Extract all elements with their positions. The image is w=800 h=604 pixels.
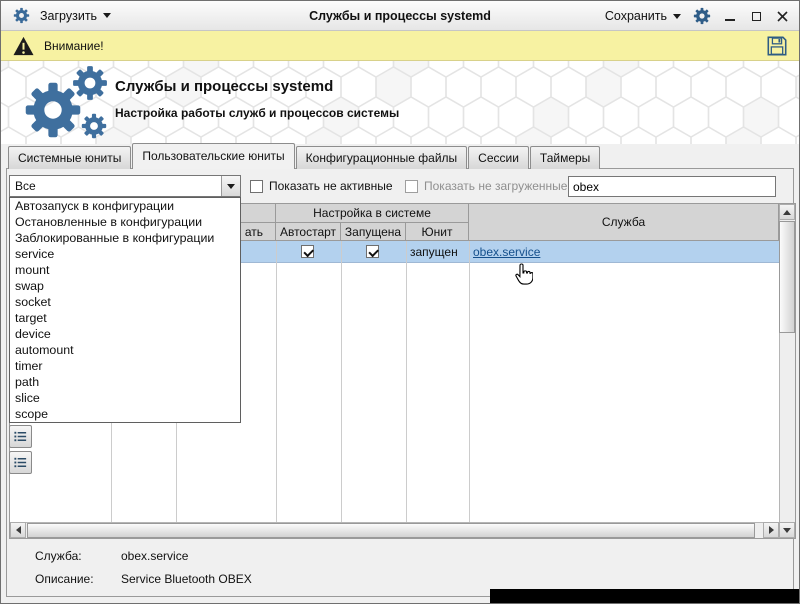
close-button[interactable] bbox=[775, 8, 789, 24]
checkbox-box bbox=[250, 179, 263, 193]
list-icon bbox=[14, 431, 27, 442]
maximize-button[interactable] bbox=[749, 8, 763, 24]
app-gear-icon bbox=[13, 7, 30, 24]
arrow-down-icon bbox=[783, 527, 791, 533]
dropdown-item[interactable]: Остановленные в конфигурации bbox=[10, 214, 240, 230]
tab-system-units[interactable]: Системные юниты bbox=[8, 146, 132, 169]
hero-banner: Службы и процессы systemd Настройка рабо… bbox=[1, 61, 799, 144]
column-group-header[interactable]: Настройка в системе bbox=[276, 204, 469, 223]
vertical-scroll-thumb[interactable] bbox=[779, 221, 795, 333]
warning-icon bbox=[12, 36, 35, 56]
column-header-unit[interactable]: Юнит bbox=[406, 223, 469, 241]
dropdown-item[interactable]: path bbox=[10, 374, 240, 390]
titlebar: Загрузить Службы и процессы systemd Сохр… bbox=[1, 1, 799, 31]
scroll-up-button[interactable] bbox=[779, 204, 795, 220]
floppy-icon bbox=[767, 36, 787, 55]
grid-line bbox=[406, 241, 407, 522]
warning-bar: Внимание! bbox=[1, 31, 799, 61]
tab-bar: Системные юниты Пользовательские юниты К… bbox=[8, 143, 601, 169]
dropdown-item[interactable]: swap bbox=[10, 278, 240, 294]
page-title: Службы и процессы systemd bbox=[115, 78, 334, 95]
column-header-service[interactable]: Служба bbox=[469, 204, 779, 241]
dropdown-item[interactable]: Автозапуск в конфигурации bbox=[10, 198, 240, 214]
dropdown-item[interactable]: automount bbox=[10, 342, 240, 358]
scroll-down-button[interactable] bbox=[779, 522, 795, 538]
minimize-button[interactable] bbox=[723, 8, 737, 24]
tab-timers[interactable]: Таймеры bbox=[529, 146, 601, 169]
save-file-button[interactable] bbox=[766, 35, 788, 57]
app-window: Загрузить Службы и процессы systemd Сохр… bbox=[0, 0, 800, 604]
load-button[interactable]: Загрузить bbox=[40, 8, 112, 23]
arrow-right-icon bbox=[768, 526, 774, 534]
horizontal-scroll-thumb[interactable] bbox=[27, 523, 755, 538]
grid-line bbox=[341, 241, 342, 522]
dropdown-item[interactable]: target bbox=[10, 310, 240, 326]
column-header-autostart[interactable]: Автостарт bbox=[276, 223, 341, 241]
scroll-right-button[interactable] bbox=[763, 522, 779, 538]
mini-list-button-2[interactable] bbox=[9, 451, 32, 474]
mini-list-button-1[interactable] bbox=[9, 425, 32, 448]
service-value: obex.service bbox=[121, 549, 189, 563]
dropdown-item[interactable]: device bbox=[10, 326, 240, 342]
autostart-checkbox[interactable] bbox=[301, 245, 314, 258]
save-button[interactable]: Сохранить bbox=[605, 9, 681, 23]
column-header-running[interactable]: Запущена bbox=[341, 223, 406, 241]
description-value: Service Bluetooth OBEX bbox=[121, 572, 252, 586]
hexagon-pattern bbox=[1, 61, 799, 144]
dropdown-arrow-icon bbox=[673, 13, 681, 19]
list-icon bbox=[14, 457, 27, 468]
running-checkbox[interactable] bbox=[366, 245, 379, 258]
filter-dropdown-list: Автозапуск в конфигурации Остановленные … bbox=[9, 197, 241, 423]
dropdown-arrow-icon bbox=[103, 13, 112, 18]
dropdown-item[interactable]: scope bbox=[10, 406, 240, 422]
unit-state-cell: запущен bbox=[410, 245, 458, 259]
page-subtitle: Настройка работы служб и процессов систе… bbox=[115, 106, 400, 120]
arrow-up-icon bbox=[783, 209, 791, 215]
dropdown-item[interactable]: service bbox=[10, 246, 240, 262]
tab-sessions[interactable]: Сессии bbox=[468, 146, 529, 169]
service-link[interactable]: obex.service bbox=[473, 241, 540, 263]
search-input[interactable] bbox=[568, 176, 776, 197]
combobox-arrow-button[interactable] bbox=[221, 176, 240, 196]
save-button-label: Сохранить bbox=[604, 9, 667, 23]
checkbox-show-inactive[interactable]: Показать не активные bbox=[250, 175, 393, 197]
gears-logo-icon bbox=[25, 66, 107, 139]
dropdown-item[interactable]: Заблокированные в конфигурации bbox=[10, 230, 240, 246]
tab-user-units[interactable]: Пользовательские юниты bbox=[132, 143, 295, 169]
checkbox-show-unloaded: Показать не загруженные bbox=[405, 175, 567, 197]
checkbox-box bbox=[405, 179, 418, 193]
grid-line bbox=[276, 241, 277, 522]
unit-filter-combobox[interactable]: Все bbox=[9, 175, 241, 197]
scroll-left-button[interactable] bbox=[10, 522, 26, 538]
grid-line bbox=[469, 241, 470, 522]
chevron-down-icon bbox=[227, 183, 235, 189]
load-button-label: Загрузить bbox=[40, 8, 98, 23]
arrow-left-icon bbox=[15, 526, 21, 534]
service-label: Служба: bbox=[35, 549, 82, 563]
combobox-value: Все bbox=[15, 179, 36, 193]
dropdown-item[interactable]: timer bbox=[10, 358, 240, 374]
description-label: Описание: bbox=[35, 572, 94, 586]
dropdown-item[interactable]: socket bbox=[10, 294, 240, 310]
dropdown-item[interactable]: slice bbox=[10, 390, 240, 406]
warning-text: Внимание! bbox=[44, 38, 104, 53]
settings-gear-button[interactable] bbox=[693, 7, 711, 25]
dropdown-item[interactable]: mount bbox=[10, 262, 240, 278]
tab-config-files[interactable]: Конфигурационные файлы bbox=[295, 146, 468, 169]
bottom-panel bbox=[490, 589, 799, 603]
